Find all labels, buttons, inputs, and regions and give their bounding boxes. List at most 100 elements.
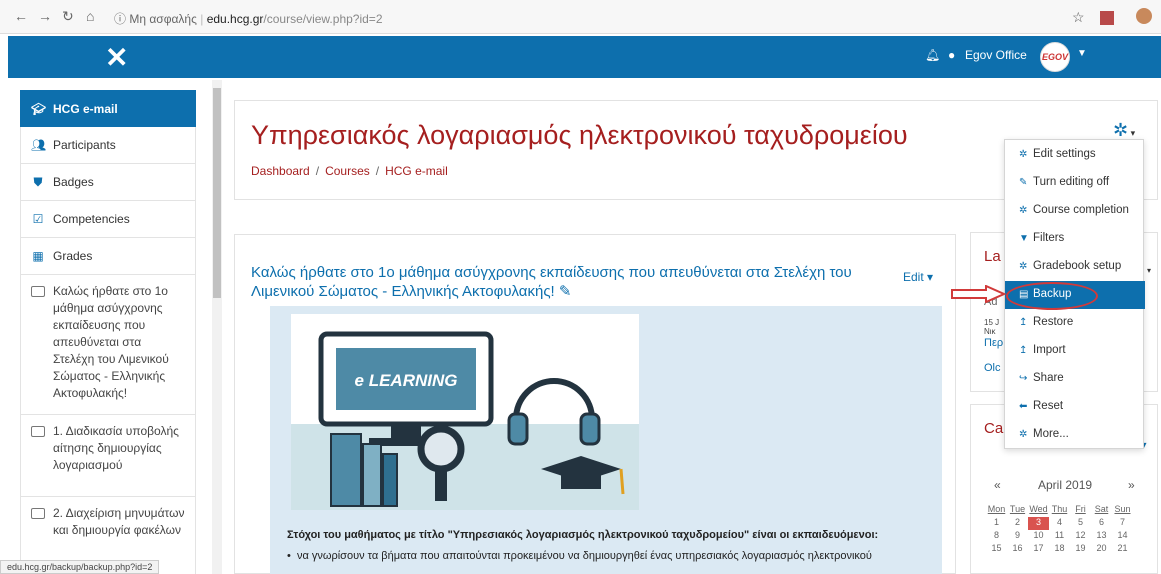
sidebar-item-participants[interactable]: 👥︎ Participants bbox=[20, 127, 196, 164]
calendar-day[interactable]: 1 bbox=[986, 517, 1007, 530]
share-icon: ↪ bbox=[1019, 373, 1028, 384]
calendar-day[interactable]: 7 bbox=[1112, 517, 1133, 530]
calendar-weekday: Sat bbox=[1094, 504, 1109, 514]
scrollbar-thumb[interactable] bbox=[213, 88, 221, 298]
user-name[interactable]: Egov Office bbox=[965, 48, 1027, 62]
user-avatar[interactable]: EGOV bbox=[1040, 42, 1070, 72]
calendar-day[interactable]: 6 bbox=[1091, 517, 1112, 530]
calendar-day[interactable]: 21 bbox=[1112, 543, 1133, 556]
sidebar-item-label: Grades bbox=[53, 249, 93, 263]
menu-item-turn-editing-off[interactable]: ✎ Turn editing off bbox=[1005, 169, 1145, 197]
calendar-grid: Mon Tue Wed Thu Fri Sat Sun 1 2 3 4 5 6 7 8 9 10 11 12 13 14… bbox=[986, 504, 1161, 556]
url-path: /course/view.php?id=2 bbox=[263, 12, 383, 26]
gear-icon: ✲ bbox=[1019, 205, 1028, 216]
info-icon: ⓘ bbox=[114, 12, 127, 26]
bell-icon[interactable]: 🔔︎ bbox=[925, 48, 940, 62]
course-goal-text: να γνωρίσουν τα βήματα που απαιτούνται π… bbox=[296, 550, 872, 562]
calendar-day[interactable]: 2 bbox=[1007, 517, 1028, 530]
folder-icon bbox=[31, 286, 45, 297]
course-sidebar: 🎓︎ HCG e-mail 👥︎ Participants ⛊ Badges ☑… bbox=[20, 90, 196, 574]
security-label: Μη ασφαλής bbox=[129, 12, 197, 26]
prev-month-link[interactable]: « bbox=[994, 478, 1001, 492]
sidebar-section-label: Καλώς ήρθατε στο 1ο μάθημα ασύγχρονης εκ… bbox=[53, 284, 169, 400]
page-root: ← → ↻ ⌂ ⓘ Μη ασφαλής | edu.hcg.gr/course… bbox=[0, 0, 1161, 574]
calendar-day[interactable]: 11 bbox=[1049, 530, 1070, 543]
menu-item-course-completion[interactable]: ✲ Course completion bbox=[1005, 197, 1145, 225]
block-title: Ca bbox=[984, 420, 1004, 437]
sidebar-item-badges[interactable]: ⛊ Badges bbox=[20, 164, 196, 201]
calendar-week-row: 1234567 bbox=[986, 517, 1161, 530]
calendar-month: April 2019 bbox=[1038, 478, 1093, 492]
extension-icon[interactable] bbox=[1100, 11, 1114, 25]
menu-item-gradebook-setup[interactable]: ✲ Gradebook setup bbox=[1005, 253, 1145, 281]
sidebar-item-label: Participants bbox=[53, 138, 116, 152]
breadcrumb-courses[interactable]: Courses bbox=[325, 164, 370, 178]
course-actions-gear-icon[interactable]: ✲ ▾ bbox=[1113, 120, 1135, 141]
folder-icon bbox=[31, 508, 45, 519]
sidebar-scrollbar[interactable] bbox=[212, 80, 222, 574]
sidebar-item-competencies[interactable]: ☑ Competencies bbox=[20, 201, 196, 238]
sidebar-item-hcg-email[interactable]: 🎓︎ HCG e-mail bbox=[20, 90, 196, 127]
calendar-weekday: Thu bbox=[1051, 504, 1068, 514]
checkbox-icon: ☑ bbox=[32, 212, 44, 226]
forward-arrow-icon[interactable]: → bbox=[38, 8, 52, 24]
shield-icon: ⛊ bbox=[33, 174, 43, 189]
menu-item-label: Reset bbox=[1033, 400, 1064, 412]
breadcrumb-course[interactable]: HCG e-mail bbox=[385, 164, 448, 178]
block-chevron-icon[interactable]: ▾ bbox=[1147, 266, 1151, 275]
next-month-link[interactable]: » bbox=[1128, 478, 1135, 492]
sidebar-item-label: Competencies bbox=[53, 212, 130, 226]
sidebar-item-grades[interactable]: ▦ Grades bbox=[20, 238, 196, 275]
back-arrow-icon[interactable]: ← bbox=[14, 8, 28, 24]
top-navbar: ✕ 🔔︎ ● Egov Office EGOV ▼ bbox=[8, 36, 1161, 78]
menu-item-label: More... bbox=[1033, 428, 1069, 440]
calendar-day[interactable]: 20 bbox=[1091, 543, 1112, 556]
gear-icon: ✲ bbox=[1019, 149, 1028, 160]
calendar-day[interactable]: 17 bbox=[1028, 543, 1049, 556]
calendar-day[interactable]: 5 bbox=[1070, 517, 1091, 530]
profile-avatar[interactable] bbox=[1136, 8, 1152, 24]
menu-item-reset[interactable]: ⬅ Reset bbox=[1005, 393, 1145, 421]
backup-annotation-ellipse bbox=[1006, 282, 1098, 310]
calendar-day[interactable]: 19 bbox=[1070, 543, 1091, 556]
menu-item-edit-settings[interactable]: ✲ Edit settings bbox=[1005, 141, 1145, 169]
menu-item-filters[interactable]: ▼ Filters bbox=[1005, 225, 1145, 253]
older-topics-link[interactable]: Olc bbox=[984, 362, 1001, 374]
sidebar-item-label: Badges bbox=[53, 175, 94, 189]
menu-item-import[interactable]: ↥ Import bbox=[1005, 337, 1145, 365]
announcement-link[interactable]: Περ bbox=[984, 337, 1003, 349]
menu-item-more[interactable]: ✲ More... bbox=[1005, 421, 1145, 449]
section-edit-menu[interactable]: Edit ▾ bbox=[903, 270, 933, 284]
breadcrumb-dashboard[interactable]: Dashboard bbox=[251, 164, 310, 178]
calendar-day[interactable]: 4 bbox=[1049, 517, 1070, 530]
calendar-day[interactable]: 18 bbox=[1049, 543, 1070, 556]
address-bar[interactable]: ⓘ Μη ασφαλής | edu.hcg.gr/course/view.ph… bbox=[114, 10, 383, 27]
calendar-day[interactable]: 3 bbox=[1028, 517, 1049, 530]
calendar-weekday: Tue bbox=[1009, 504, 1026, 514]
star-icon[interactable]: ☆ bbox=[1072, 9, 1085, 26]
reload-icon[interactable]: ↻ bbox=[62, 8, 74, 25]
home-icon[interactable]: ⌂ bbox=[86, 8, 94, 24]
page-title: Υπηρεσιακός λογαριασμός ηλεκτρονικού ταχ… bbox=[251, 120, 908, 150]
sidebar-section-1[interactable]: 1. Διαδικασία υποβολής αίτησης δημιουργί… bbox=[20, 415, 196, 497]
calendar-day[interactable]: 16 bbox=[1007, 543, 1028, 556]
block-title: La bbox=[984, 248, 1001, 265]
pencil-icon[interactable]: ✎ bbox=[559, 283, 572, 300]
upload-icon: ↥ bbox=[1019, 317, 1028, 328]
calendar-day[interactable]: 10 bbox=[1028, 530, 1049, 543]
chat-icon[interactable]: ● bbox=[948, 48, 955, 62]
calendar-day[interactable]: 9 bbox=[1007, 530, 1028, 543]
menu-item-share[interactable]: ↪ Share bbox=[1005, 365, 1145, 393]
menu-item-restore[interactable]: ↥ Restore bbox=[1005, 309, 1145, 337]
calendar-day[interactable]: 14 bbox=[1112, 530, 1133, 543]
calendar-day[interactable]: 15 bbox=[986, 543, 1007, 556]
sidebar-section-welcome[interactable]: Καλώς ήρθατε στο 1ο μάθημα ασύγχρονης εκ… bbox=[20, 275, 196, 415]
chevron-down-icon[interactable]: ▼ bbox=[1077, 48, 1087, 59]
calendar-weekday: Sun bbox=[1114, 504, 1131, 514]
menu-item-label: Restore bbox=[1033, 316, 1074, 328]
calendar-day[interactable]: 12 bbox=[1070, 530, 1091, 543]
close-drawer-icon[interactable]: ✕ bbox=[105, 41, 128, 74]
mini-calendar: « April 2019 » Mon Tue Wed Thu Fri Sat Sun 1 2 3 4… bbox=[970, 470, 1154, 556]
calendar-day[interactable]: 8 bbox=[986, 530, 1007, 543]
calendar-day[interactable]: 13 bbox=[1091, 530, 1112, 543]
